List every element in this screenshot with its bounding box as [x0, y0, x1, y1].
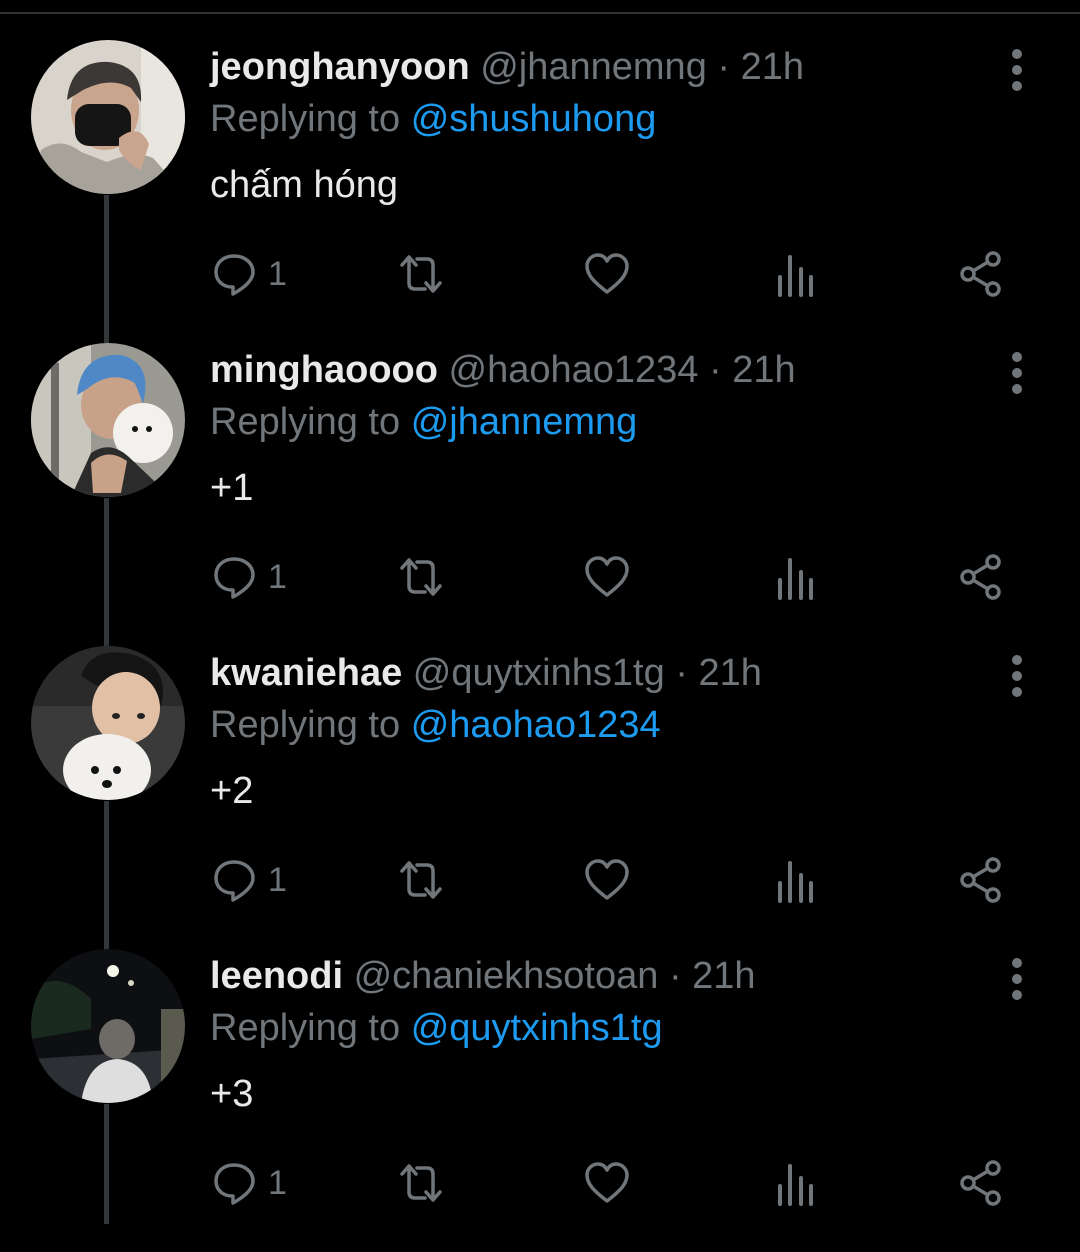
separator-dot: ·: [675, 652, 688, 694]
like-button[interactable]: [584, 850, 630, 910]
tweet-header: leenodi @chaniekhsotoan · 21h: [210, 951, 756, 1001]
reply-count: 1: [268, 860, 287, 899]
tweet[interactable]: kwaniehae @quytxinhs1tg · 21h Replying t…: [0, 646, 1080, 949]
views-button[interactable]: [773, 1153, 819, 1213]
timestamp[interactable]: 21h: [732, 349, 795, 391]
views-icon: [778, 861, 813, 903]
avatar[interactable]: [31, 646, 185, 800]
reply-button[interactable]: 1: [212, 850, 287, 910]
replying-to-label: Replying to: [210, 1007, 401, 1049]
share-icon: [960, 857, 1001, 903]
views-button[interactable]: [773, 244, 819, 304]
retweet-button[interactable]: [398, 244, 444, 304]
retweet-icon: [400, 255, 442, 293]
like-button[interactable]: [584, 547, 630, 607]
avatar[interactable]: [31, 40, 185, 194]
reply-icon: [214, 254, 255, 296]
retweet-button[interactable]: [398, 547, 444, 607]
action-bar: 1: [0, 1153, 1080, 1213]
reply-icon: [214, 1163, 255, 1205]
more-icon[interactable]: [1000, 955, 1034, 1003]
views-button[interactable]: [773, 547, 819, 607]
tweet-text: +1: [210, 467, 254, 509]
separator-dot: ·: [709, 349, 722, 391]
share-icon: [960, 554, 1001, 600]
like-button[interactable]: [584, 1153, 630, 1213]
retweet-button[interactable]: [398, 850, 444, 910]
tweet-header: jeonghanyoon @jhannemng · 21h: [210, 42, 804, 92]
reply-count: 1: [268, 254, 287, 293]
action-bar: 1: [0, 850, 1080, 910]
replying-to: Replying to @shushuhong: [210, 94, 656, 144]
top-divider: [0, 12, 1080, 14]
mention-link[interactable]: @haohao1234: [411, 704, 661, 746]
like-button[interactable]: [584, 244, 630, 304]
reply-button[interactable]: 1: [212, 547, 287, 607]
user-handle[interactable]: @jhannemng: [480, 46, 707, 88]
reply-count: 1: [268, 557, 287, 596]
separator-dot: ·: [717, 46, 731, 88]
reply-button[interactable]: 1: [212, 1153, 287, 1213]
timestamp[interactable]: 21h: [741, 46, 804, 88]
tweet-header: minghaoooo @haohao1234 · 21h: [210, 345, 796, 395]
tweet-text: +2: [210, 770, 254, 812]
tweet[interactable]: jeonghanyoon @jhannemng · 21h Replying t…: [0, 40, 1080, 343]
retweet-icon: [400, 558, 442, 596]
avatar[interactable]: [31, 343, 185, 497]
views-icon: [778, 255, 813, 297]
tweet-text: chấm hóng: [210, 164, 399, 206]
reply-icon: [214, 557, 255, 599]
views-icon: [778, 1164, 813, 1206]
retweet-icon: [400, 1164, 442, 1202]
user-handle[interactable]: @haohao1234: [449, 349, 699, 391]
separator-dot: ·: [668, 955, 682, 997]
retweet-icon: [400, 861, 442, 899]
views-icon: [778, 558, 813, 600]
timestamp[interactable]: 21h: [699, 652, 762, 694]
like-icon: [585, 1162, 629, 1203]
more-icon[interactable]: [1000, 349, 1034, 397]
replying-to: Replying to @haohao1234: [210, 700, 661, 750]
tweet[interactable]: leenodi @chaniekhsotoan · 21h Replying t…: [0, 949, 1080, 1252]
reply-count: 1: [268, 1163, 287, 1202]
timestamp[interactable]: 21h: [692, 955, 755, 997]
mention-link[interactable]: @shushuhong: [411, 98, 657, 140]
display-name[interactable]: minghaoooo: [210, 349, 438, 391]
share-button[interactable]: [958, 850, 1004, 910]
replying-to: Replying to @jhannemng: [210, 397, 637, 447]
user-handle[interactable]: @quytxinhs1tg: [413, 652, 665, 694]
share-button[interactable]: [958, 547, 1004, 607]
reply-icon: [214, 860, 255, 902]
avatar[interactable]: [31, 949, 185, 1103]
tweet[interactable]: minghaoooo @haohao1234 · 21h Replying to…: [0, 343, 1080, 646]
replying-to-label: Replying to: [210, 98, 401, 140]
share-button[interactable]: [958, 244, 1004, 304]
action-bar: 1: [0, 244, 1080, 304]
more-icon[interactable]: [1000, 46, 1034, 94]
display-name[interactable]: kwaniehae: [210, 652, 402, 694]
display-name[interactable]: jeonghanyoon: [210, 46, 470, 88]
action-bar: 1: [0, 547, 1080, 607]
mention-link[interactable]: @quytxinhs1tg: [411, 1007, 663, 1049]
display-name[interactable]: leenodi: [210, 955, 343, 997]
share-icon: [960, 1160, 1001, 1206]
like-icon: [585, 253, 629, 294]
replying-to-label: Replying to: [210, 401, 401, 443]
tweet-header: kwaniehae @quytxinhs1tg · 21h: [210, 648, 762, 698]
more-icon[interactable]: [1000, 652, 1034, 700]
user-handle[interactable]: @chaniekhsotoan: [354, 955, 659, 997]
retweet-button[interactable]: [398, 1153, 444, 1213]
tweet-text: +3: [210, 1073, 254, 1115]
reply-button[interactable]: 1: [212, 244, 287, 304]
mention-link[interactable]: @jhannemng: [411, 401, 638, 443]
like-icon: [585, 859, 629, 900]
share-icon: [960, 251, 1001, 297]
replying-to-label: Replying to: [210, 704, 401, 746]
share-button[interactable]: [958, 1153, 1004, 1213]
views-button[interactable]: [773, 850, 819, 910]
replying-to: Replying to @quytxinhs1tg: [210, 1003, 663, 1053]
like-icon: [585, 556, 629, 597]
